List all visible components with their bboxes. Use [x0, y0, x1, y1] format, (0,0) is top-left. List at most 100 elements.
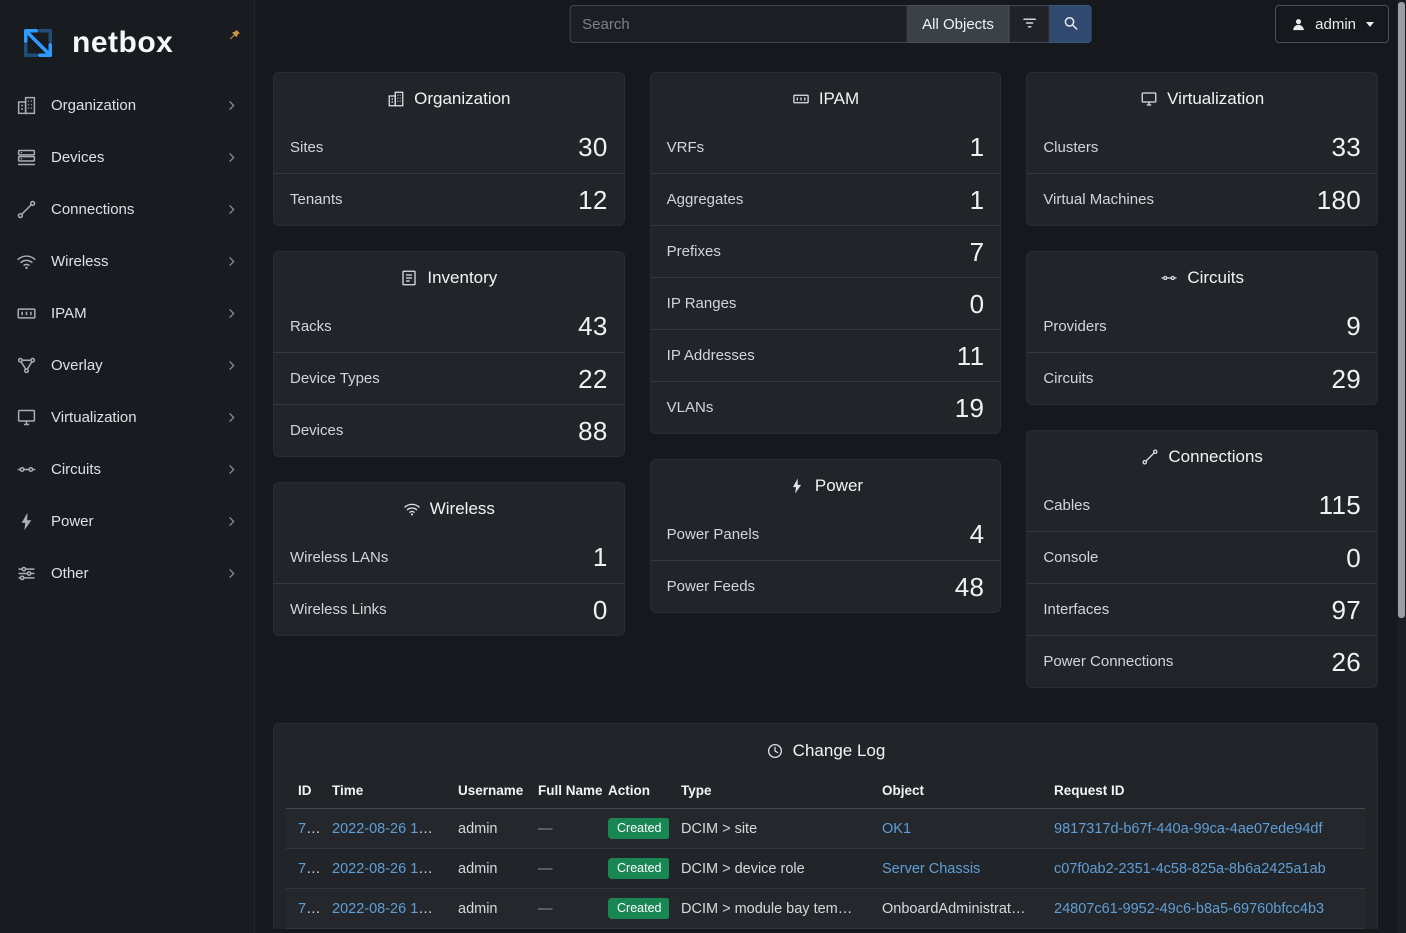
stat-label: Device Types [290, 370, 380, 387]
table-header-row: ID Time Username Full Name Action Type O… [286, 773, 1365, 809]
change-username: admin [458, 821, 498, 837]
sidebar-item-ipam[interactable]: IPAM [0, 287, 254, 339]
sidebar-nav: Organization Devices Connections Wireles… [0, 79, 254, 599]
pin-icon[interactable] [226, 28, 242, 44]
stat-value: 29 [1331, 366, 1361, 392]
stat-value: 0 [1346, 545, 1361, 571]
changelog-title-label: Change Log [793, 741, 886, 761]
sidebar-item-power[interactable]: Power [0, 495, 254, 547]
card-title-label: IPAM [819, 89, 859, 109]
stat-row-prefixes[interactable]: Prefixes 7 [651, 225, 1001, 277]
stat-row-console[interactable]: Console 0 [1027, 531, 1377, 583]
stat-row-interfaces[interactable]: Interfaces 97 [1027, 583, 1377, 635]
cable-icon [16, 199, 37, 220]
stat-label: VRFs [667, 139, 705, 156]
stat-row-racks[interactable]: Racks 43 [274, 300, 624, 352]
sidebar-item-label: Wireless [51, 253, 109, 270]
counter-icon [792, 90, 810, 108]
stat-row-sites[interactable]: Sites 30 [274, 121, 624, 173]
stat-row-wireless-links[interactable]: Wireless Links 0 [274, 583, 624, 635]
sidebar-item-devices[interactable]: Devices [0, 131, 254, 183]
stat-value: 88 [578, 418, 608, 444]
cards-column-2: IPAM VRFs 1 Aggregates 1 Prefixes 7 [650, 72, 1002, 613]
change-full-name: — [538, 901, 553, 917]
change-id-link[interactable]: 755 [298, 821, 320, 837]
stat-row-power-connections[interactable]: Power Connections 26 [1027, 635, 1377, 687]
stat-row-virtual-machines[interactable]: Virtual Machines 180 [1027, 173, 1377, 225]
flash-icon [16, 511, 37, 532]
chevron-right-icon [225, 359, 238, 372]
request-id-link[interactable]: 9817317d-b67f-440a-99ca-4ae07ede94df [1054, 821, 1322, 837]
stat-value: 115 [1319, 492, 1361, 518]
change-object-link[interactable]: Server Chassis [882, 861, 980, 877]
sidebar-item-overlay[interactable]: Overlay [0, 339, 254, 391]
stat-row-providers[interactable]: Providers 9 [1027, 300, 1377, 352]
change-id-link[interactable]: 753 [298, 901, 320, 917]
chevron-right-icon [225, 567, 238, 580]
stat-label: Wireless Links [290, 601, 387, 618]
brand-home-link[interactable]: netbox [0, 0, 254, 79]
sliders-icon [16, 563, 37, 584]
stat-row-clusters[interactable]: Clusters 33 [1027, 121, 1377, 173]
stat-label: Power Connections [1043, 653, 1173, 670]
change-type: DCIM > module bay template [681, 901, 869, 917]
col-header-object: Object [870, 773, 1042, 809]
card-title: Virtualization [1027, 73, 1377, 121]
change-time-link[interactable]: 2022-08-26 14:17 [332, 861, 446, 877]
sidebar-item-circuits[interactable]: Circuits [0, 443, 254, 495]
stat-value: 0 [593, 597, 608, 623]
box-icon [400, 269, 418, 287]
request-id-link[interactable]: 24807c61-9952-49c6-b8a5-69760bfcc4b3 [1054, 901, 1324, 917]
stat-value: 7 [970, 239, 985, 265]
stat-label: Providers [1043, 318, 1106, 335]
object-type-dropdown[interactable]: All Objects [907, 5, 1010, 43]
stat-row-vrfs[interactable]: VRFs 1 [651, 121, 1001, 173]
change-time-link[interactable]: 2022-08-26 14:22 [332, 821, 446, 837]
stat-row-vlans[interactable]: VLANs 19 [651, 381, 1001, 433]
sidebar-item-wireless[interactable]: Wireless [0, 235, 254, 287]
stat-row-ip-ranges[interactable]: IP Ranges 0 [651, 277, 1001, 329]
page-scrollbar[interactable] [1397, 0, 1406, 933]
sidebar-item-virtualization[interactable]: Virtualization [0, 391, 254, 443]
counter-icon [16, 303, 37, 324]
action-badge: Created [608, 858, 669, 879]
stat-row-cables[interactable]: Cables 115 [1027, 479, 1377, 531]
stat-value: 48 [955, 574, 985, 600]
stat-row-aggregates[interactable]: Aggregates 1 [651, 173, 1001, 225]
change-username: admin [458, 861, 498, 877]
stat-row-tenants[interactable]: Tenants 12 [274, 173, 624, 225]
request-id-link[interactable]: c07f0ab2-2351-4c58-825a-8b6a2425a1ab [1054, 861, 1326, 877]
monitor-icon [16, 407, 37, 428]
history-icon [766, 742, 784, 760]
table-row: 754 2022-08-26 14:17 admin — Created DCI… [286, 849, 1365, 889]
stat-row-circuits[interactable]: Circuits 29 [1027, 352, 1377, 404]
user-menu-button[interactable]: admin [1275, 5, 1389, 43]
change-id-link[interactable]: 754 [298, 861, 320, 877]
filter-icon [1020, 14, 1038, 35]
sidebar-item-organization[interactable]: Organization [0, 79, 254, 131]
person-icon [1290, 16, 1307, 33]
stat-row-ip-addresses[interactable]: IP Addresses 11 [651, 329, 1001, 381]
card-title-label: Circuits [1187, 268, 1244, 288]
stat-row-device-types[interactable]: Device Types 22 [274, 352, 624, 404]
change-object-link[interactable]: OK1 [882, 821, 911, 837]
chevron-right-icon [225, 515, 238, 528]
stat-label: VLANs [667, 399, 714, 416]
card-title: Organization [274, 73, 624, 121]
scrollbar-thumb[interactable] [1398, 2, 1405, 618]
sidebar-item-label: Power [51, 513, 94, 530]
sidebar-item-other[interactable]: Other [0, 547, 254, 599]
stat-value: 12 [578, 187, 608, 213]
stat-row-power-panels[interactable]: Power Panels 4 [651, 508, 1001, 560]
search-input[interactable] [569, 5, 907, 43]
stat-value: 1 [593, 544, 608, 570]
stat-row-power-feeds[interactable]: Power Feeds 48 [651, 560, 1001, 612]
stat-row-devices[interactable]: Devices 88 [274, 404, 624, 456]
sidebar-item-connections[interactable]: Connections [0, 183, 254, 235]
card-power: Power Power Panels 4 Power Feeds 48 [650, 459, 1002, 613]
search-submit-button[interactable] [1050, 5, 1092, 43]
stat-row-wireless-lans[interactable]: Wireless LANs 1 [274, 531, 624, 583]
change-time-link[interactable]: 2022-08-26 14:15 [332, 901, 446, 917]
filter-button[interactable] [1010, 5, 1050, 43]
stat-value: 30 [578, 134, 608, 160]
